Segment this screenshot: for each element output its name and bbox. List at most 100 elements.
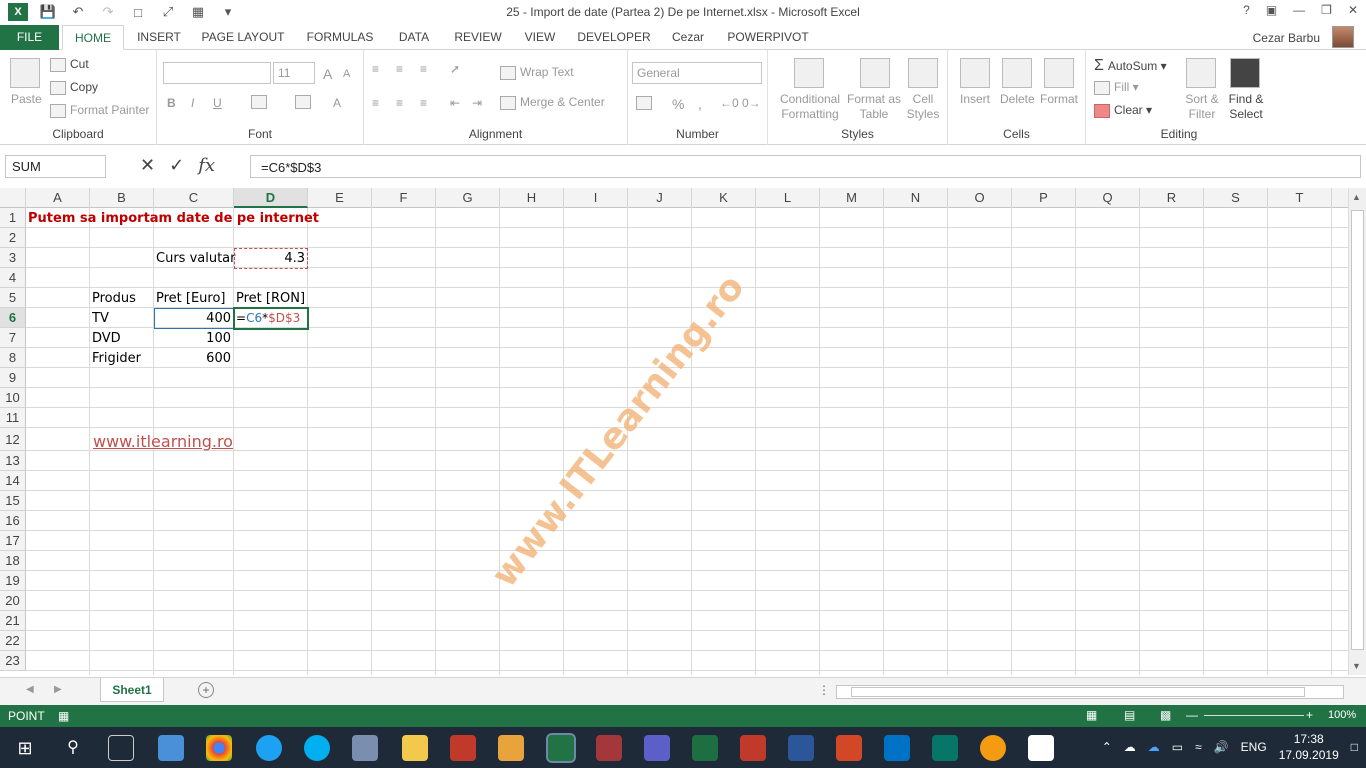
grow-font-button[interactable]: A [323,66,332,82]
find-select-button[interactable]: Find & Select [1224,92,1268,122]
column-header[interactable]: P [1012,188,1076,208]
cell-styles-button[interactable]: Cell Styles [902,92,944,122]
row-header[interactable]: 9 [0,368,26,388]
horizontal-scroll-thumb[interactable] [851,687,1305,697]
fill-color-button[interactable] [295,94,315,109]
tray-arrow-icon[interactable]: ⌃ [1102,740,1112,754]
binoculars-icon[interactable] [1230,58,1260,88]
row-header[interactable]: 6 [0,308,26,328]
row-header[interactable]: 14 [0,471,26,491]
row-header[interactable]: 12 [0,428,26,451]
new-sheet-icon[interactable]: + [198,682,214,698]
outlook-icon[interactable] [884,735,910,761]
clapper-icon[interactable] [1028,735,1054,761]
borders-button[interactable] [251,94,271,109]
delete-cells-button[interactable]: Delete [1000,92,1035,106]
excel-taskbar-icon[interactable] [546,733,576,763]
row-header[interactable]: 3 [0,248,26,268]
cell-d5[interactable]: Pret [RON] [236,291,305,306]
zoom-slider[interactable] [1204,715,1304,716]
acrobat-icon[interactable] [450,735,476,761]
font-name-select[interactable] [163,62,271,84]
row-header[interactable]: 19 [0,571,26,591]
tab-developer[interactable]: DEVELOPER [574,25,654,50]
vertical-scrollbar[interactable]: ▲ ▼ [1348,188,1366,675]
cell-a1-title[interactable]: Putem sa importam date de pe internet [28,211,319,226]
notifications-icon[interactable]: □ [1351,740,1358,754]
clock[interactable]: 17:38 17.09.2019 [1279,731,1339,763]
format-cells-button[interactable]: Format [1040,92,1078,106]
conditional-formatting-icon[interactable] [794,58,824,88]
wifi-icon[interactable]: ≈ [1195,740,1202,754]
tab-cezar[interactable]: Cezar [666,25,710,50]
paint-icon[interactable] [352,735,378,761]
spreadsheet-grid[interactable]: ABCDEFGHIJKLMNOPQRST 1 2 3 4 5 6 7 8 9 10 11 12 13 14… [0,188,1348,675]
column-header[interactable]: Q [1076,188,1140,208]
font-color-button[interactable]: A [333,96,341,110]
row-header[interactable]: 11 [0,408,26,428]
column-header[interactable]: T [1268,188,1332,208]
scroll-up-icon[interactable]: ▲ [1352,192,1361,202]
format-painter-button[interactable]: Format Painter [50,103,149,118]
row-header[interactable]: 17 [0,531,26,551]
row-header[interactable]: 23 [0,651,26,671]
powerpoint-icon[interactable] [836,735,862,761]
cell-c3[interactable]: Curs valutar [156,251,236,266]
formula-input[interactable]: =C6*$D$3 [250,155,1361,178]
row-header[interactable]: 2 [0,228,26,248]
paste-icon[interactable] [10,58,40,88]
file-explorer-icon[interactable] [402,735,428,761]
fill-button[interactable]: Fill ▾ [1094,80,1139,95]
page-layout-view-icon[interactable]: ▤ [1124,708,1135,722]
column-header[interactable]: I [564,188,628,208]
publisher-icon[interactable] [932,735,958,761]
accounting-icon[interactable] [636,95,656,110]
align-center-icon[interactable]: ≡ [396,96,403,110]
merge-center-button[interactable]: Merge & Center [500,95,605,110]
ribbon-options-icon[interactable]: ▣ [1266,3,1277,17]
teamviewer-icon[interactable] [256,735,282,761]
app-icon-2[interactable] [498,735,524,761]
row-header[interactable]: 16 [0,511,26,531]
macro-record-icon[interactable]: ▦ [58,709,69,723]
cell-c8[interactable]: 600 [156,351,231,366]
tab-review[interactable]: REVIEW [448,25,508,50]
column-header[interactable]: E [308,188,372,208]
row-header[interactable]: 8 [0,348,26,368]
access-icon[interactable] [596,735,622,761]
underline-button[interactable]: U [213,96,222,110]
search-icon[interactable]: ⚲ [60,735,86,761]
bold-button[interactable]: B [167,96,176,110]
tab-formulas[interactable]: FORMULAS [300,25,380,50]
wrap-text-button[interactable]: Wrap Text [500,65,574,80]
prev-sheet-icon[interactable]: ◀ [26,684,34,695]
cut-button[interactable]: Cut [50,57,89,72]
cell-c7[interactable]: 100 [156,331,231,346]
indent-icon[interactable]: ⇤ [450,96,460,110]
align-left-icon[interactable]: ≡ [372,96,379,110]
row-header[interactable]: 4 [0,268,26,288]
cell-b7[interactable]: DVD [92,331,121,346]
select-all-corner[interactable] [0,188,26,208]
insert-cells-icon[interactable] [960,58,990,88]
font-size-select[interactable]: 11 [273,62,315,84]
column-header[interactable]: B [90,188,154,208]
zoom-out-icon[interactable]: — [1186,708,1198,722]
app-icon-3[interactable] [980,735,1006,761]
split-handle-icon[interactable]: ⋮ [818,683,830,697]
orientation-icon[interactable]: ➚ [450,62,460,76]
chrome-icon[interactable] [206,735,232,761]
battery-icon[interactable]: ▭ [1172,740,1183,754]
delete-cells-icon[interactable] [1002,58,1032,88]
row-header[interactable]: 15 [0,491,26,511]
website-link[interactable]: www.itlearning.ro [93,432,233,451]
comma-button[interactable]: , [698,96,702,112]
sort-filter-button[interactable]: Sort & Filter [1182,92,1222,122]
column-header[interactable]: F [372,188,436,208]
row-header[interactable]: 13 [0,451,26,471]
onedrive-icon[interactable]: ☁ [1148,740,1160,754]
page-break-view-icon[interactable]: ▩ [1160,708,1171,722]
name-box[interactable]: SUM [5,155,106,178]
copy-button[interactable]: Copy [50,80,98,95]
skype-icon[interactable] [304,735,330,761]
